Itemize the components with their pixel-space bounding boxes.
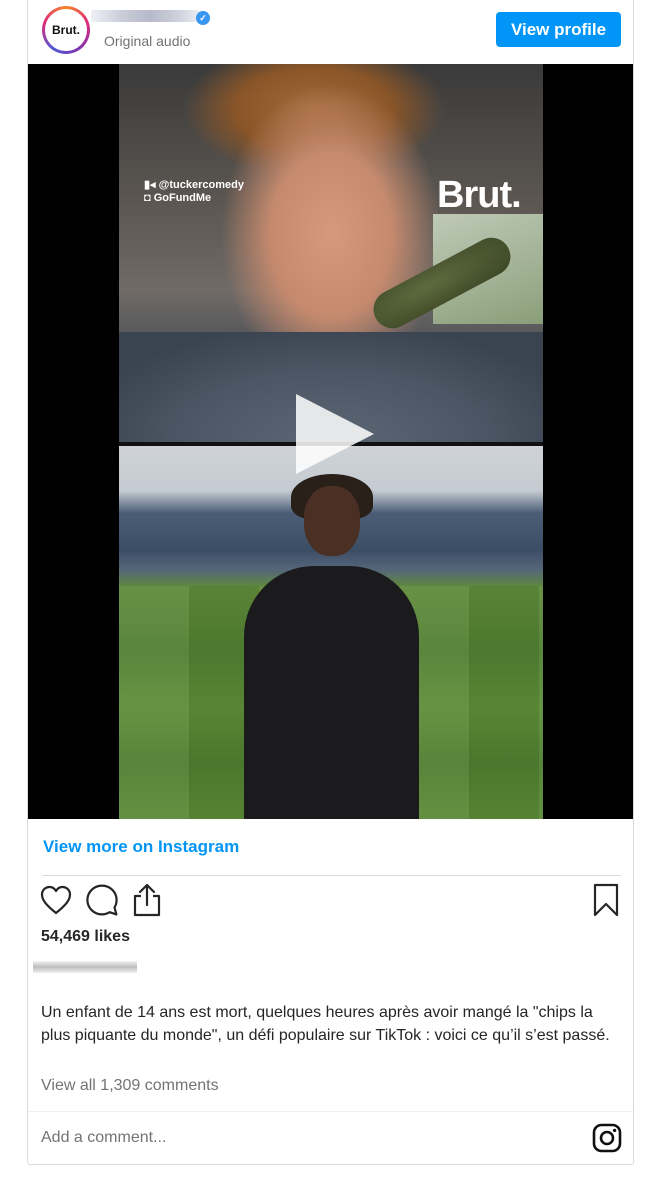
view-all-comments-link[interactable]: View all 1,309 comments bbox=[41, 1077, 219, 1095]
brut-watermark: Brut. bbox=[437, 174, 522, 216]
share-icon[interactable] bbox=[131, 883, 163, 917]
audio-label[interactable]: Original audio bbox=[104, 33, 190, 49]
person-face bbox=[304, 486, 360, 556]
likes-count[interactable]: 54,469 likes bbox=[41, 928, 130, 946]
post-caption: Un enfant de 14 ans est mort, quelques h… bbox=[41, 1004, 610, 1044]
comment-icon[interactable] bbox=[85, 883, 119, 917]
credit-tiktok: ▮◂ @tuckercomedy bbox=[144, 179, 244, 191]
video-top-frame: ▮◂ @tuckercomedy ◘ GoFundMe Brut. bbox=[119, 64, 543, 442]
view-more-link[interactable]: View more on Instagram bbox=[43, 837, 239, 857]
instagram-logo-icon[interactable] bbox=[592, 1123, 622, 1153]
bookmark-icon[interactable] bbox=[593, 883, 619, 917]
heart-icon[interactable] bbox=[40, 885, 72, 915]
username-redacted[interactable] bbox=[91, 10, 199, 22]
credit-gofundme-text: GoFundMe bbox=[153, 192, 212, 204]
video-player[interactable]: ▮◂ @tuckercomedy ◘ GoFundMe Brut. bbox=[28, 64, 633, 819]
instagram-embed-card: Brut. ✓ Original audio View profile ▮◂ @… bbox=[27, 0, 634, 1165]
username-redacted bbox=[33, 961, 137, 973]
verified-badge-icon: ✓ bbox=[196, 11, 210, 25]
divider bbox=[28, 1111, 633, 1112]
person-hoodie bbox=[244, 566, 419, 819]
avatar[interactable]: Brut. bbox=[42, 6, 90, 54]
add-comment-input[interactable]: Add a comment... bbox=[41, 1129, 166, 1147]
view-profile-button[interactable]: View profile bbox=[496, 12, 621, 47]
video-bottom-frame bbox=[119, 446, 543, 819]
video-credit: ▮◂ @tuckercomedy ◘ GoFundMe bbox=[144, 179, 244, 205]
avatar-logo: Brut. bbox=[45, 9, 87, 51]
divider bbox=[42, 875, 621, 876]
credit-handle: @tuckercomedy bbox=[158, 179, 244, 191]
play-icon[interactable] bbox=[296, 394, 374, 474]
credit-gofundme: ◘ GoFundMe bbox=[144, 192, 212, 204]
post-header: Brut. ✓ Original audio View profile bbox=[28, 0, 633, 64]
